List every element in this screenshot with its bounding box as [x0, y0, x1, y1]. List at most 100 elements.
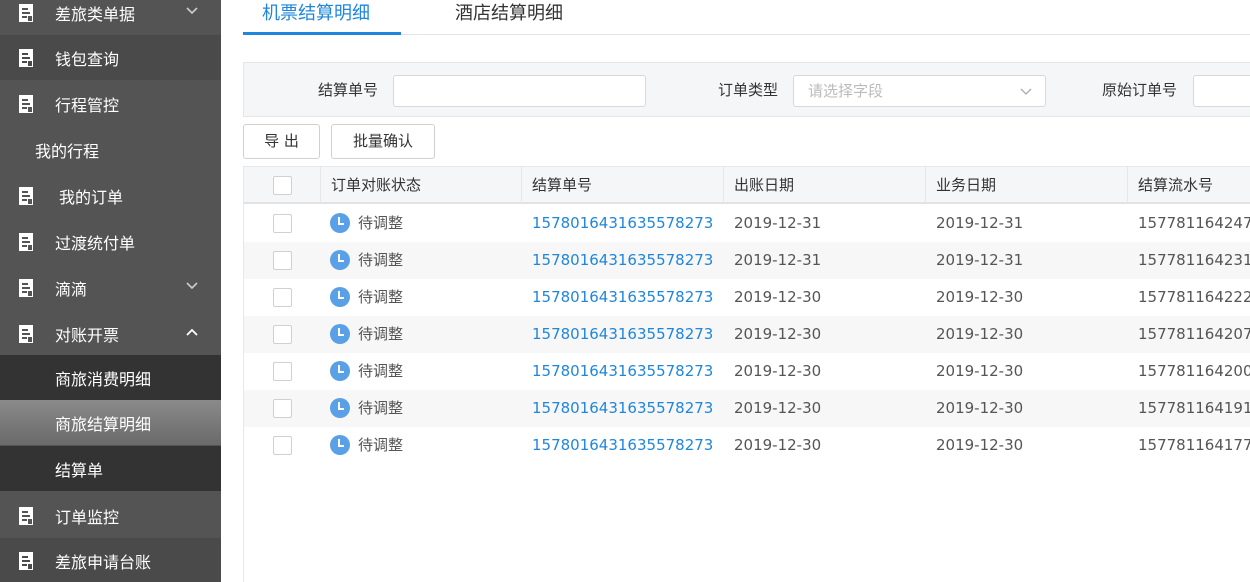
chevron-up-icon [186, 328, 198, 336]
table-row[interactable]: 待调整 1578016431635578273 2019-12-30 2019-12-… [244, 353, 1250, 390]
status-text: 待调整 [358, 288, 404, 306]
document-icon [18, 506, 36, 525]
biz-date-cell: 2019-12-31 [936, 251, 1024, 269]
col-header-settlement-no[interactable]: 结算单号 [521, 167, 723, 203]
biz-date-cell: 2019-12-31 [936, 214, 1024, 232]
sidebar-item-label: 钱包查询 [55, 49, 120, 69]
table-row[interactable]: 待调整 1578016431635578273 2019-12-30 2019-12-… [244, 279, 1250, 316]
batch-confirm-button[interactable]: 批量确认 [331, 124, 435, 159]
bill-date-cell: 2019-12-30 [734, 436, 822, 454]
sidebar-item-label: 对账开票 [55, 325, 120, 345]
order-type-select[interactable]: 请选择字段 [793, 75, 1046, 107]
sidebar-item-wallet[interactable]: 钱包查询 [0, 35, 221, 80]
sidebar-item-reconciliation[interactable]: 对账开票 [0, 311, 221, 356]
biz-date-cell: 2019-12-30 [936, 325, 1024, 343]
document-icon [18, 94, 36, 113]
chevron-down-icon [186, 282, 198, 290]
row-checkbox[interactable] [273, 214, 292, 233]
clock-icon [330, 435, 350, 455]
document-icon [18, 278, 36, 297]
clock-icon [330, 213, 350, 233]
bill-date-cell: 2019-12-31 [734, 214, 822, 232]
document-icon [18, 48, 36, 67]
row-checkbox[interactable] [273, 325, 292, 344]
col-header-serial[interactable]: 结算流水号 [1127, 167, 1250, 203]
serial-cell: 1577811642002 [1138, 362, 1250, 380]
tab-active-indicator [243, 32, 401, 35]
sidebar-item-label: 我的行程 [35, 141, 100, 161]
document-icon [18, 3, 36, 22]
tab-bar: 机票结算明细 酒店结算明细 [243, 0, 1250, 35]
sidebar-item-label: 我的订单 [59, 187, 124, 207]
col-header-bill-date[interactable]: 出账日期 [723, 167, 925, 203]
serial-cell: 1577811642228 [1138, 288, 1250, 306]
sidebar-item-didi[interactable]: 滴滴 [0, 265, 221, 310]
table-row[interactable]: 待调整 1578016431635578273 2019-12-30 2019-12-… [244, 316, 1250, 353]
status-text: 待调整 [358, 214, 404, 232]
document-icon [18, 324, 36, 343]
tab-flight-settlement[interactable]: 机票结算明细 [262, 0, 370, 35]
table-row[interactable]: 待调整 1578016431635578273 2019-12-31 2019-12-… [244, 242, 1250, 279]
clock-icon [330, 324, 350, 344]
row-checkbox[interactable] [273, 436, 292, 455]
status-text: 待调整 [358, 251, 404, 269]
settlement-no-link[interactable]: 1578016431635578273 [532, 316, 713, 353]
settlement-no-link[interactable]: 1578016431635578273 [532, 279, 713, 316]
row-checkbox[interactable] [273, 288, 292, 307]
sidebar-item-my-orders[interactable]: 我的订单 [0, 173, 221, 218]
sidebar-item-order-monitor[interactable]: 订单监控 [0, 493, 221, 538]
sidebar-subitem-settlement-detail[interactable]: 商旅结算明细 [0, 400, 221, 445]
sidebar-item-my-trips[interactable]: 我的行程 [0, 127, 221, 172]
clock-icon [330, 287, 350, 307]
chevron-down-icon [186, 7, 198, 15]
order-type-placeholder: 请选择字段 [808, 82, 884, 100]
biz-date-cell: 2019-12-30 [936, 399, 1024, 417]
settlement-no-link[interactable]: 1578016431635578273 [532, 353, 713, 390]
sidebar-item-trip-control[interactable]: 行程管控 [0, 81, 221, 126]
clock-icon [330, 250, 350, 270]
sidebar-item-label: 滴滴 [55, 279, 88, 299]
sidebar-subitem-statement[interactable]: 结算单 [0, 446, 221, 491]
sidebar-item-travel-request-ledger[interactable]: 差旅申请台账 [0, 538, 221, 582]
sidebar-subitem-label: 商旅结算明细 [55, 414, 152, 434]
settlement-no-link[interactable]: 1578016431635578273 [532, 427, 713, 464]
tab-hotel-settlement[interactable]: 酒店结算明细 [455, 0, 563, 35]
main-content: 机票结算明细 酒店结算明细 结算单号 订单类型 请选择字段 原始订单号 导 出 … [221, 0, 1250, 582]
order-type-label: 订单类型 [718, 81, 779, 99]
bill-date-cell: 2019-12-30 [734, 288, 822, 306]
original-order-input[interactable] [1193, 75, 1250, 107]
clock-icon [330, 361, 350, 381]
settlement-no-link[interactable]: 1578016431635578273 [532, 205, 713, 242]
status-text: 待调整 [358, 325, 404, 343]
sidebar-item-travel-docs[interactable]: 差旅类单据 [0, 0, 221, 35]
export-button[interactable]: 导 出 [243, 124, 320, 159]
serial-cell: 1577811642070 [1138, 325, 1250, 343]
table-header: 订单对账状态 结算单号 出账日期 业务日期 结算流水号 [244, 166, 1250, 204]
select-all-checkbox[interactable] [273, 176, 292, 195]
settlement-no-link[interactable]: 1578016431635578273 [532, 390, 713, 427]
row-checkbox[interactable] [273, 362, 292, 381]
row-checkbox[interactable] [273, 251, 292, 270]
bill-date-cell: 2019-12-30 [734, 362, 822, 380]
sidebar-item-transition-payment[interactable]: 过渡统付单 [0, 219, 221, 264]
table-row[interactable]: 待调整 1578016431635578273 2019-12-30 2019-12-… [244, 427, 1250, 464]
document-icon [18, 186, 36, 205]
table-row[interactable]: 待调整 1578016431635578273 2019-12-31 2019-12-… [244, 205, 1250, 242]
sidebar-item-label: 行程管控 [55, 95, 120, 115]
settlement-no-link[interactable]: 1578016431635578273 [532, 242, 713, 279]
col-header-status[interactable]: 订单对账状态 [320, 167, 521, 203]
sidebar-item-label: 过渡统付单 [55, 233, 136, 253]
document-icon [18, 551, 36, 570]
sidebar-subitem-consumption-detail[interactable]: 商旅消费明细 [0, 355, 221, 400]
col-header-biz-date[interactable]: 业务日期 [925, 167, 1127, 203]
row-checkbox[interactable] [273, 399, 292, 418]
document-icon [18, 232, 36, 251]
serial-cell: 1577811641779 [1138, 436, 1250, 454]
settlement-no-input[interactable] [393, 75, 646, 107]
status-text: 待调整 [358, 362, 404, 380]
table-row[interactable]: 待调整 1578016431635578273 2019-12-30 2019-12-… [244, 390, 1250, 427]
chevron-down-icon [1020, 88, 1032, 95]
bill-date-cell: 2019-12-30 [734, 399, 822, 417]
bill-date-cell: 2019-12-30 [734, 325, 822, 343]
status-text: 待调整 [358, 436, 404, 454]
